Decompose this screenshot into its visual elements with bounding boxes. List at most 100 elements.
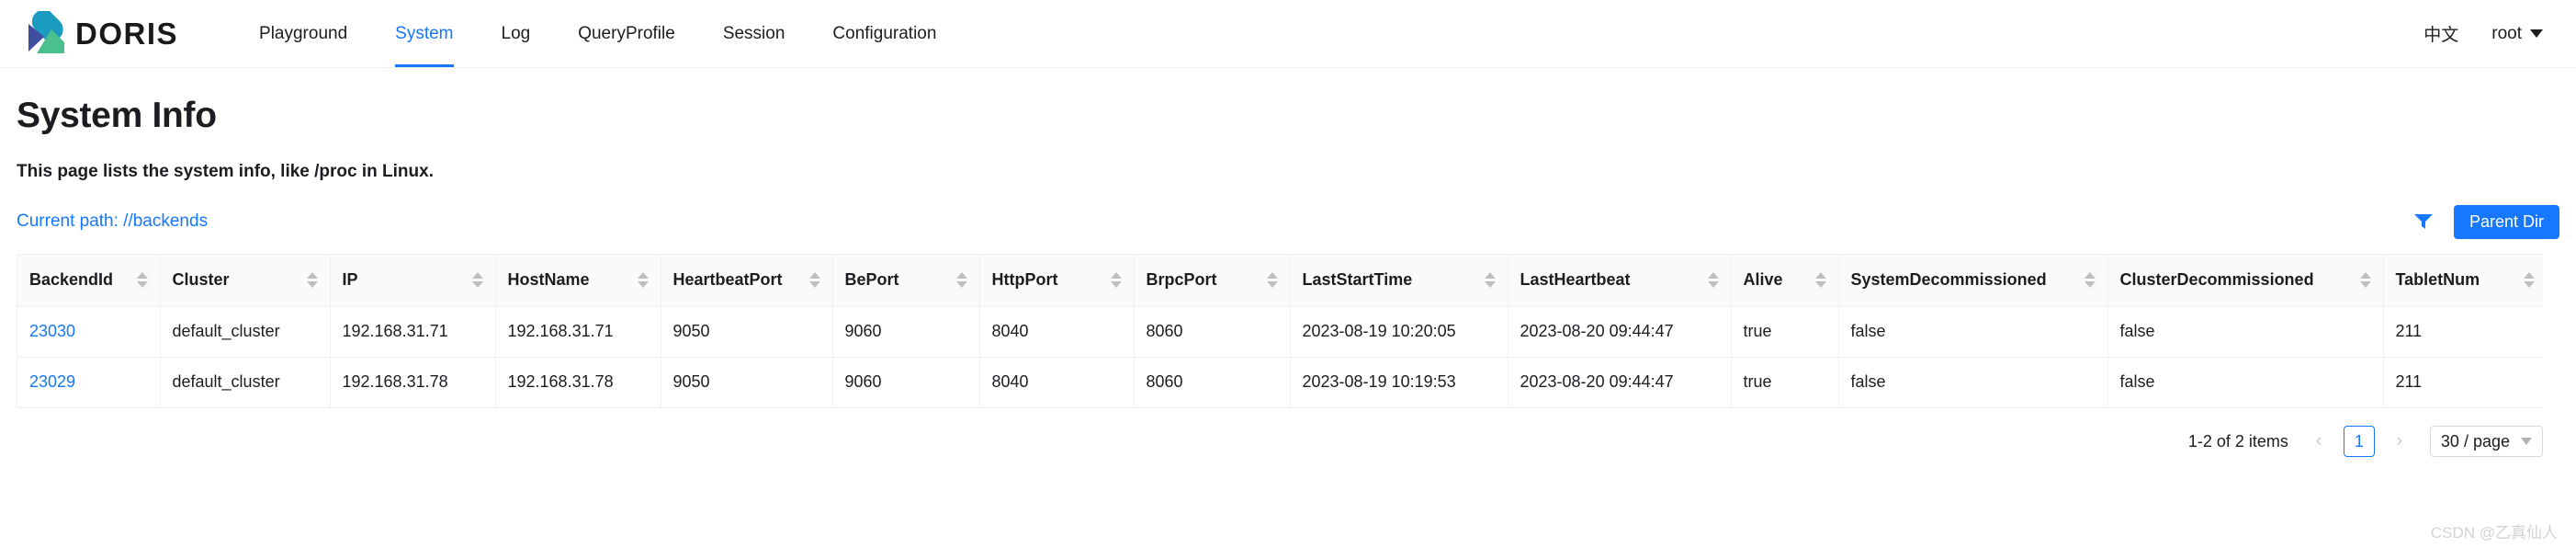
table-row[interactable]: 23030 default_cluster 192.168.31.71 192.…	[17, 306, 2543, 358]
nav-item-session[interactable]: Session	[699, 0, 809, 67]
page-content: System Info This page lists the system i…	[0, 96, 2576, 542]
sort-icon[interactable]	[1110, 272, 1122, 289]
brand[interactable]: DORIS	[17, 10, 179, 53]
cell-ip: 192.168.31.78	[330, 357, 496, 407]
column-header-beport[interactable]: BePort	[832, 255, 980, 307]
column-label: BePort	[844, 270, 899, 290]
brand-name: DORIS	[75, 17, 179, 51]
column-header-cluster[interactable]: Cluster	[160, 255, 331, 307]
nav-item-system[interactable]: System	[371, 0, 477, 67]
column-label: SystemDecommissioned	[1850, 270, 2047, 290]
page-size-select[interactable]: 30 / page	[2429, 426, 2543, 457]
cell-alive: true	[1731, 306, 1839, 358]
cell-cluster: default_cluster	[160, 357, 331, 407]
column-label: IP	[342, 270, 358, 290]
cell-clusterdecommissioned: false	[2107, 357, 2384, 407]
sort-icon[interactable]	[808, 272, 820, 289]
sort-icon[interactable]	[2359, 272, 2371, 289]
nav-item-log[interactable]: Log	[478, 0, 555, 67]
column-header-brpcport[interactable]: BrpcPort	[1134, 255, 1291, 307]
cell-clusterdecommissioned: false	[2107, 306, 2384, 358]
cell-tabletnum: 211	[2383, 306, 2543, 358]
sort-icon[interactable]	[2523, 272, 2535, 289]
cell-heartbeatport: 9050	[661, 357, 833, 407]
sort-icon[interactable]	[136, 272, 148, 289]
column-header-hostname[interactable]: HostName	[495, 255, 661, 307]
cell-systemdecommissioned: false	[1838, 357, 2108, 407]
table-body: 23030 default_cluster 192.168.31.71 192.…	[17, 306, 2543, 407]
cell-httpport: 8040	[979, 357, 1135, 407]
current-path-link[interactable]: Current path: //backends	[17, 211, 208, 232]
sort-icon[interactable]	[1707, 272, 1719, 289]
cell-hostname: 192.168.31.78	[495, 357, 661, 407]
pagination-next-icon[interactable]: ›	[2386, 428, 2413, 455]
column-label: LastHeartbeat	[1520, 270, 1631, 290]
cell-backendid[interactable]: 23030	[17, 306, 161, 358]
column-header-lastheartbeat[interactable]: LastHeartbeat	[1508, 255, 1732, 307]
system-info-table-wrapper: BackendId Cluster IP HostName HeartbeatP…	[17, 254, 2543, 408]
cell-ip: 192.168.31.71	[330, 306, 496, 358]
column-header-clusterdecommissioned[interactable]: ClusterDecommissioned	[2107, 255, 2384, 307]
filter-icon[interactable]	[2413, 212, 2434, 231]
sort-icon[interactable]	[1266, 272, 1278, 289]
cell-tabletnum: 211	[2383, 357, 2543, 407]
cell-systemdecommissioned: false	[1838, 306, 2108, 358]
user-menu[interactable]: root	[2491, 24, 2543, 44]
column-label: HostName	[507, 270, 590, 290]
table-row[interactable]: 23029 default_cluster 192.168.31.78 192.…	[17, 357, 2543, 407]
app-header: DORIS Playground System Log QueryProfile…	[0, 0, 2576, 68]
cell-beport: 9060	[832, 306, 980, 358]
sort-icon[interactable]	[955, 272, 967, 289]
cell-heartbeatport: 9050	[661, 306, 833, 358]
pagination-page-1[interactable]: 1	[2343, 426, 2375, 457]
header-right: 中文 root	[2423, 21, 2543, 46]
column-header-tabletnum[interactable]: TabletNum	[2383, 255, 2543, 307]
backendid-link[interactable]: 23029	[29, 372, 75, 391]
pagination: 1-2 of 2 items ‹ 1 › 30 / page	[17, 426, 2559, 457]
column-header-httpport[interactable]: HttpPort	[979, 255, 1135, 307]
column-label: LastStartTime	[1302, 270, 1413, 290]
user-name: root	[2491, 23, 2522, 43]
cell-httpport: 8040	[979, 306, 1135, 358]
column-header-backendid[interactable]: BackendId	[17, 255, 161, 307]
column-header-heartbeatport[interactable]: HeartbeatPort	[661, 255, 833, 307]
sort-icon[interactable]	[1814, 272, 1826, 289]
column-header-alive[interactable]: Alive	[1731, 255, 1839, 307]
cell-lastheartbeat: 2023-08-20 09:44:47	[1508, 357, 1732, 407]
backendid-link[interactable]: 23030	[29, 322, 75, 340]
column-header-systemdecommissioned[interactable]: SystemDecommissioned	[1838, 255, 2108, 307]
system-info-table: BackendId Cluster IP HostName HeartbeatP…	[17, 255, 2543, 407]
sort-icon[interactable]	[306, 272, 318, 289]
column-header-ip[interactable]: IP	[330, 255, 496, 307]
column-label: Cluster	[172, 270, 230, 290]
cell-lastheartbeat: 2023-08-20 09:44:47	[1508, 306, 1732, 358]
cell-cluster: default_cluster	[160, 306, 331, 358]
watermark: CSDN @乙真仙人	[2430, 524, 2558, 542]
parent-dir-button[interactable]: Parent Dir	[2453, 204, 2559, 239]
nav-item-playground[interactable]: Playground	[235, 0, 371, 67]
nav-item-configuration[interactable]: Configuration	[808, 0, 960, 67]
column-label: BrpcPort	[1146, 270, 1217, 290]
chevron-down-icon	[2530, 29, 2543, 38]
cell-laststarttime: 2023-08-19 10:19:53	[1290, 357, 1508, 407]
sort-icon[interactable]	[2084, 272, 2096, 289]
sort-icon[interactable]	[637, 272, 649, 289]
cell-backendid[interactable]: 23029	[17, 357, 161, 407]
column-label: TabletNum	[2395, 270, 2480, 290]
pagination-total: 1-2 of 2 items	[2187, 431, 2288, 451]
cell-beport: 9060	[832, 357, 980, 407]
cell-brpcport: 8060	[1134, 306, 1291, 358]
page-description: This page lists the system info, like /p…	[17, 162, 434, 181]
column-header-laststarttime[interactable]: LastStartTime	[1290, 255, 1508, 307]
language-switch[interactable]: 中文	[2423, 21, 2458, 46]
column-label: HeartbeatPort	[672, 270, 783, 290]
pagination-prev-icon[interactable]: ‹	[2305, 428, 2333, 455]
cell-hostname: 192.168.31.71	[495, 306, 661, 358]
cell-laststarttime: 2023-08-19 10:20:05	[1290, 306, 1508, 358]
table-header-row: BackendId Cluster IP HostName HeartbeatP…	[17, 255, 2543, 307]
cell-brpcport: 8060	[1134, 357, 1291, 407]
sort-icon[interactable]	[1484, 272, 1496, 289]
sort-icon[interactable]	[471, 272, 483, 289]
page-title: System Info	[17, 96, 217, 135]
nav-item-queryprofile[interactable]: QueryProfile	[554, 0, 699, 67]
